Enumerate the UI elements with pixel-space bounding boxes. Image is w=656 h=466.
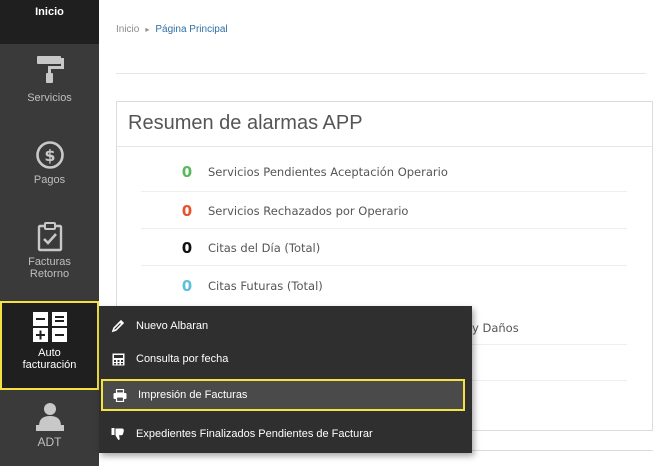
sidebar-item-pagos[interactable]: $ Pagos <box>0 140 99 208</box>
pencil-icon <box>109 319 127 333</box>
sidebar-item-adt[interactable]: ADT <box>0 398 99 464</box>
sidebar-item-auto-facturacion[interactable]: Auto facturación <box>0 301 99 390</box>
sidebar-item-servicios[interactable]: Servicios <box>0 48 99 126</box>
menu-item-label: Consulta por fecha <box>136 353 229 365</box>
sidebar-item-label-line1: Facturas <box>28 256 71 268</box>
alarm-label: Citas Futuras (Total) <box>208 279 323 293</box>
breadcrumb-home-link[interactable]: Inicio <box>116 24 139 35</box>
printer-icon <box>111 388 129 402</box>
dollar-coin-icon: $ <box>35 141 64 169</box>
row-divider <box>141 228 627 229</box>
alarm-row-partial[interactable]: y Daños <box>472 318 519 338</box>
sidebar-item-label-line1: Auto <box>38 347 61 359</box>
user-desk-icon <box>35 403 64 431</box>
sidebar-item-label: Servicios <box>27 92 72 104</box>
alarm-count: 0 <box>181 277 193 295</box>
menu-item-label: Expedientes Finalizados Pendientes de Fa… <box>136 428 373 440</box>
sidebar-item-label: Inicio <box>35 6 64 18</box>
sidebar-item-label: ADT <box>37 435 62 449</box>
sidebar-item-label-line2: Retorno <box>29 268 70 280</box>
app-root: Inicio Servicios $ Pagos Facturas Retorn… <box>0 0 656 466</box>
divider <box>117 146 652 147</box>
sidebar-item-label: Pagos <box>33 174 66 186</box>
alarm-label: Servicios Pendientes Aceptación Operario <box>208 165 448 179</box>
alarm-label: Servicios Rechazados por Operario <box>208 204 409 218</box>
auto-facturacion-submenu: Nuevo Albaran Consulta por fecha Impresi… <box>99 306 472 453</box>
alarm-count: 0 <box>181 239 193 257</box>
menu-item-impresion-de-facturas[interactable]: Impresión de Facturas <box>101 379 465 411</box>
paint-roller-icon <box>36 56 64 83</box>
alarm-label: Citas del Día (Total) <box>208 241 321 255</box>
calculator-icon <box>109 353 127 366</box>
menu-item-expedientes-finalizados[interactable]: Expedientes Finalizados Pendientes de Fa… <box>99 418 472 450</box>
menu-item-label: Impresión de Facturas <box>138 389 248 401</box>
panel-title: Resumen de alarmas APP <box>128 112 363 134</box>
menu-item-nuevo-albaran[interactable]: Nuevo Albaran <box>99 310 472 342</box>
alarm-row-citas-futuras[interactable]: 0 Citas Futuras (Total) <box>179 276 323 296</box>
svg-text:$: $ <box>44 146 55 165</box>
calculator-icon <box>32 312 67 342</box>
menu-item-consulta-por-fecha[interactable]: Consulta por fecha <box>99 343 472 375</box>
alarm-row-citas-dia[interactable]: 0 Citas del Día (Total) <box>179 238 320 258</box>
breadcrumb-separator: ▸ <box>145 25 150 34</box>
menu-item-label: Nuevo Albaran <box>136 320 209 332</box>
breadcrumb: Inicio ▸ Página Principal <box>116 24 228 35</box>
divider <box>116 73 646 74</box>
row-divider <box>141 191 627 192</box>
sidebar-item-inicio[interactable]: Inicio <box>0 0 99 44</box>
alarm-count: 0 <box>181 202 193 220</box>
thumbs-down-icon <box>109 427 127 441</box>
row-divider <box>141 265 627 266</box>
sidebar-item-facturas-retorno[interactable]: Facturas Retorno <box>0 222 99 298</box>
alarm-count: 0 <box>181 163 193 181</box>
breadcrumb-current[interactable]: Página Principal <box>155 24 227 35</box>
alarm-label-partial: y Daños <box>472 321 519 335</box>
sidebar: Inicio Servicios $ Pagos Facturas Retorn… <box>0 0 99 466</box>
clipboard-check-icon <box>37 222 62 252</box>
alarm-row-rejected[interactable]: 0 Servicios Rechazados por Operario <box>179 201 409 221</box>
alarm-row-pending-acceptance[interactable]: 0 Servicios Pendientes Aceptación Operar… <box>179 162 448 182</box>
sidebar-item-label-line2: facturación <box>22 359 77 371</box>
